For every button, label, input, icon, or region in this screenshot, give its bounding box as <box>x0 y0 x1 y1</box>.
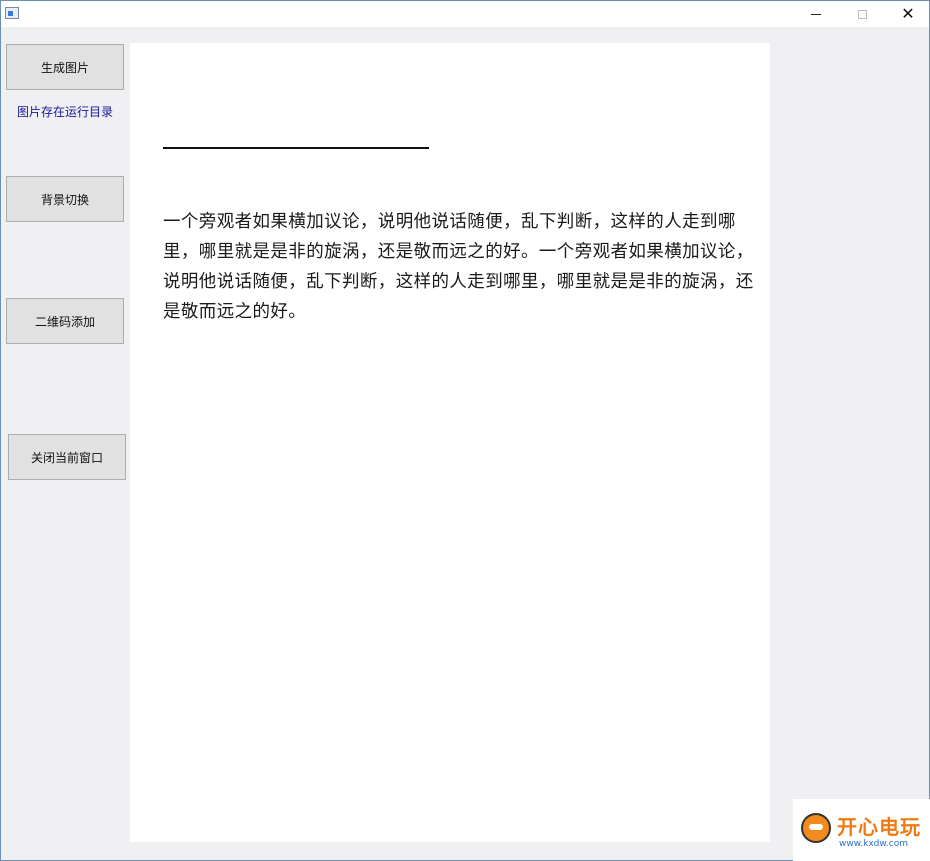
image-canvas: 一个旁观者如果横加议论，说明他说话随便，乱下判断，这样的人走到哪里，哪里就是是非… <box>130 43 770 842</box>
generate-image-button[interactable]: 生成图片 <box>6 44 124 90</box>
app-window: ✕ 生成图片 图片存在运行目录 背景切换 二维码添加 关闭当前窗口 一个旁观者如… <box>0 0 930 861</box>
minimize-icon <box>811 13 821 15</box>
canvas-body-text: 一个旁观者如果横加议论，说明他说话随便，乱下判断，这样的人走到哪里，哪里就是是非… <box>163 212 754 322</box>
title-bar[interactable]: ✕ <box>1 1 929 27</box>
maximize-button[interactable] <box>839 1 885 27</box>
close-current-window-button[interactable]: 关闭当前窗口 <box>8 434 126 480</box>
switch-background-button[interactable]: 背景切换 <box>6 176 124 222</box>
maximize-icon <box>857 9 867 19</box>
watermark-logo: 开心电玩 www.kxdw.com <box>793 799 930 861</box>
mascot-icon <box>801 813 831 843</box>
close-icon: ✕ <box>901 4 915 23</box>
app-icon <box>5 7 19 19</box>
watermark-brand: 开心电玩 <box>837 815 921 839</box>
minimize-button[interactable] <box>793 1 839 27</box>
add-qrcode-button[interactable]: 二维码添加 <box>6 298 124 344</box>
save-location-hint: 图片存在运行目录 <box>16 105 113 119</box>
watermark-url: www.kxdw.com <box>839 839 908 849</box>
close-window-button[interactable]: ✕ <box>885 1 930 27</box>
title-underline <box>163 147 429 149</box>
